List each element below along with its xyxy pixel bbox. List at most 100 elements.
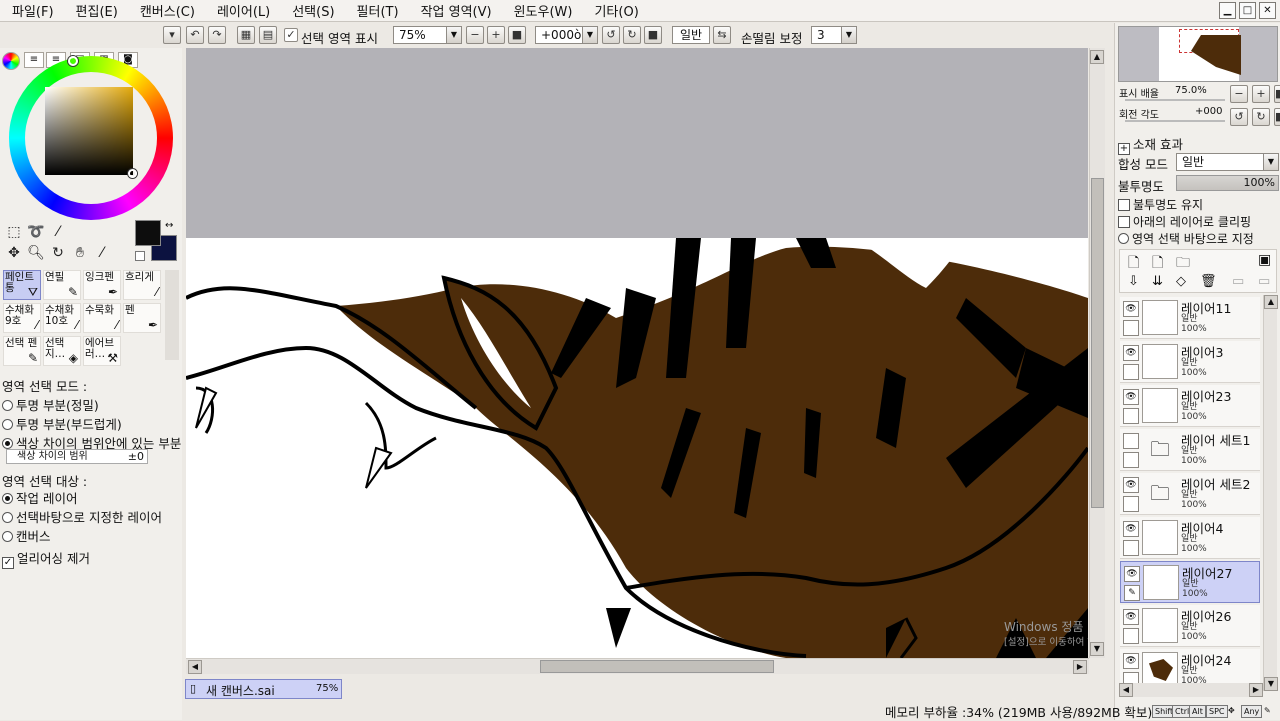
preserve-opacity-option[interactable]: 불투명도 유지 [1118, 196, 1203, 213]
antialias-option[interactable]: ✓ 얼리어싱 제거 [2, 548, 90, 569]
brush-slot[interactable]: 잉크펜 ✒ [83, 270, 121, 300]
new-linked-layer-icon[interactable]: 🗋︎ [1152, 252, 1163, 276]
zoom-out-icon[interactable]: − [466, 26, 484, 44]
sv-handle[interactable] [128, 169, 137, 178]
layer-row[interactable]: 👁︎ 레이어4 일반 100% [1120, 517, 1260, 559]
nav-rotate-reset-icon[interactable]: ■ [1274, 108, 1280, 126]
eyedropper-icon[interactable]: ⁄ [92, 243, 112, 263]
new-layer-icon[interactable]: 🗋︎ [1128, 252, 1139, 276]
brush-slot[interactable]: 흐리게 ⁄ [123, 270, 161, 300]
clipping-option[interactable]: 아래의 레이어로 클리핑 [1118, 213, 1251, 230]
transfer-down-icon[interactable]: ⇩ [1128, 274, 1139, 289]
menu-filter[interactable]: 필터(T) [346, 1, 410, 20]
layer-row[interactable]: 👁︎ ✎ 레이어27 일반 100% [1120, 561, 1260, 603]
opacity-slider[interactable]: 100% [1176, 175, 1279, 191]
hue-handle[interactable] [68, 56, 78, 66]
target-option-3[interactable]: 캔버스 [2, 526, 51, 545]
drawing-canvas[interactable]: Windows 정품 인증 [설정]으로 이동하여 Windows를 정품 인증… [186, 48, 1088, 658]
visibility-eye-icon[interactable]: 👁︎ [1123, 653, 1139, 669]
hand-icon[interactable]: ✋︎ [70, 243, 90, 263]
clear-layer-icon[interactable]: ◇ [1176, 274, 1186, 289]
saturation-value-square[interactable] [45, 87, 133, 175]
horizontal-scrollbar[interactable]: ◀ ▶ [186, 658, 1089, 674]
scroll-right-icon[interactable]: ▶ [1073, 660, 1087, 674]
visibility-eye-icon[interactable]: 👁︎ [1123, 521, 1139, 537]
vertical-scrollbar[interactable]: ▲ ▼ [1089, 48, 1105, 658]
vscroll-thumb[interactable] [1091, 178, 1104, 508]
stabilizer-select[interactable]: 3 ▼ [811, 26, 857, 44]
brush-slot[interactable]: 페인트통 ⛛ [3, 270, 41, 300]
zoom-in-icon[interactable]: + [487, 26, 505, 44]
nav-zoom-reset-icon[interactable]: ■ [1274, 85, 1280, 103]
layer-row[interactable]: 👁︎ 🗀︎ 레이어 세트2 일반 100% [1120, 473, 1260, 515]
scroll-down-icon[interactable]: ▼ [1090, 642, 1104, 656]
layer-row[interactable]: 👁︎ 레이어26 일반 100% [1120, 605, 1260, 647]
zoom-tool-icon[interactable]: 🔍︎ [26, 243, 46, 263]
menu-window[interactable]: 윈도우(W) [503, 1, 584, 20]
zoom-select[interactable]: 75% ▼ [393, 26, 462, 44]
layer-edit-icon[interactable]: ✎ [1124, 585, 1140, 601]
brush-slot[interactable]: 연필 ✎ [43, 270, 81, 300]
scroll-up-icon[interactable]: ▲ [1090, 50, 1104, 64]
brush-slot[interactable]: 수묵화 ⁄ [83, 303, 121, 333]
brush-slot[interactable]: 선택 펜 ✎ [3, 336, 41, 366]
zoom-reset-icon[interactable]: ■ [508, 26, 526, 44]
rotate-reset-icon[interactable]: ■ [644, 26, 662, 44]
primary-color-swatch[interactable] [135, 220, 161, 246]
visibility-eye-icon[interactable]: 👁︎ [1123, 345, 1139, 361]
mode-option-1[interactable]: 투명 부분(정밀) [2, 395, 99, 414]
layer-row[interactable]: 👁︎ 레이어23 일반 100% [1120, 385, 1260, 427]
menu-etc[interactable]: 기타(O) [583, 1, 649, 20]
layer-edit-icon[interactable] [1123, 364, 1139, 380]
layer-edit-icon[interactable] [1123, 408, 1139, 424]
swap-colors-icon[interactable]: ↔ [165, 220, 173, 231]
rotate-right-icon[interactable]: ↻ [623, 26, 641, 44]
visibility-eye-icon[interactable] [1123, 433, 1139, 449]
merge-down-icon[interactable]: ⇊ [1152, 274, 1163, 289]
color-range-slider[interactable]: 색상 차이의 범위 ±0 [6, 449, 148, 464]
layer-edit-icon[interactable] [1123, 320, 1139, 336]
visibility-eye-icon[interactable]: 👁︎ [1123, 389, 1139, 405]
layer-row[interactable]: 👁︎ 레이어3 일반 100% [1120, 341, 1260, 383]
menu-workspace[interactable]: 작업 영역(V) [410, 1, 503, 20]
layer-scroll-down-icon[interactable]: ▼ [1264, 677, 1278, 691]
layer-edit-icon[interactable] [1123, 628, 1139, 644]
selection-source-option[interactable]: 영역 선택 바탕으로 지정 [1118, 230, 1254, 247]
scroll-left-icon[interactable]: ◀ [188, 660, 202, 674]
visibility-eye-icon[interactable]: 👁︎ [1123, 301, 1139, 317]
transparent-color-icon[interactable] [135, 251, 145, 261]
blend-mode-button[interactable]: 일반 [672, 26, 710, 44]
nav-zoom-out-icon[interactable]: − [1230, 85, 1248, 103]
document-tab[interactable]: ▯ 새 캔버스.sai 75% [185, 679, 342, 699]
nav-zoom-in-icon[interactable]: + [1252, 85, 1270, 103]
material-effect-toggle[interactable]: + 소재 효과 [1118, 134, 1183, 155]
lasso-icon[interactable]: ➰ [26, 222, 46, 242]
layer-row[interactable]: 🗀︎ 레이어 세트1 일반 100% [1120, 429, 1260, 471]
mode-option-2[interactable]: 투명 부분(부드럽게) [2, 414, 122, 433]
nav-rotate-left-icon[interactable]: ↺ [1230, 108, 1248, 126]
rotate-tool-icon[interactable]: ↻ [48, 243, 68, 263]
menu-file[interactable]: 파일(F) [0, 1, 65, 20]
visibility-eye-icon[interactable]: 👁︎ [1123, 477, 1139, 493]
close-button[interactable]: ✕ [1259, 2, 1276, 19]
layer-hscroll[interactable]: ◀ ▶ [1119, 683, 1263, 697]
hscroll-thumb[interactable] [540, 660, 774, 673]
menu-edit[interactable]: 편집(E) [65, 1, 129, 20]
rect-select-icon[interactable]: ⬚ [4, 222, 24, 242]
rgb-slider-tab-icon[interactable]: ≡ [24, 52, 44, 68]
menu-canvas[interactable]: 캔버스(C) [129, 1, 206, 20]
maximize-button[interactable]: □ [1239, 2, 1256, 19]
target-option-2[interactable]: 선택바탕으로 지정한 레이어 [2, 507, 162, 526]
layer-row[interactable]: 👁︎ 레이어11 일반 100% [1120, 297, 1260, 339]
deselect-icon[interactable]: ▦ [237, 26, 255, 44]
nav-rotate-right-icon[interactable]: ↻ [1252, 108, 1270, 126]
minimize-button[interactable]: ▁ [1219, 2, 1236, 19]
brush-slot[interactable]: 에어브러… ⚒ [83, 336, 121, 366]
toolbar-menu-icon[interactable]: ▾ [163, 26, 181, 44]
layer-edit-icon[interactable] [1123, 540, 1139, 556]
invert-selection-icon[interactable]: ▤ [259, 26, 277, 44]
layer-blend-select[interactable]: 일반 ▼ [1176, 153, 1279, 171]
unlock-icon[interactable]: ▭ [1258, 274, 1270, 289]
nav-rotation-slider[interactable] [1125, 120, 1225, 122]
rotate-left-icon[interactable]: ↺ [602, 26, 620, 44]
